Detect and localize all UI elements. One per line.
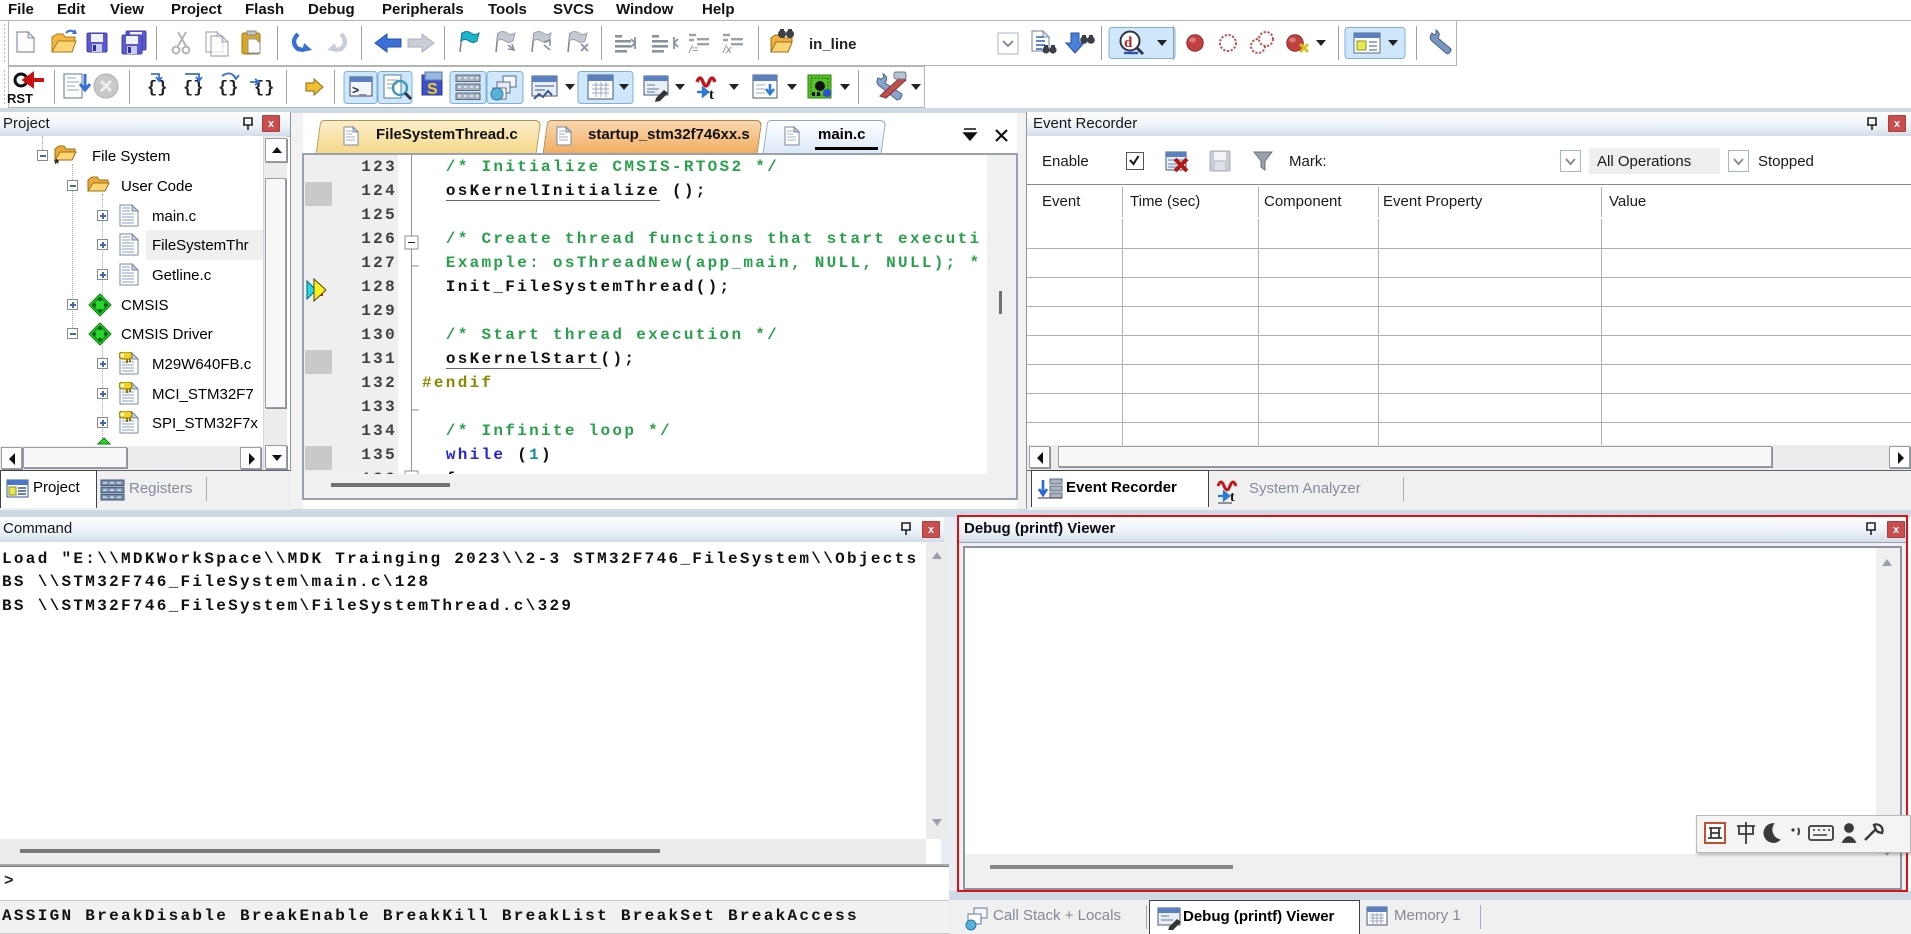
svg-text:RST: RST [7,91,33,106]
svg-text:d: d [1124,35,1133,51]
svg-text:t: t [1230,490,1235,504]
svg-text:t: t [709,87,714,103]
svg-text:/=: /= [688,44,699,56]
svg-text:S: S [427,81,438,98]
svg-text:in_line: in_line [809,36,857,53]
svg-text:/x: /x [722,44,732,56]
svg-text:>_: >_ [352,84,367,98]
